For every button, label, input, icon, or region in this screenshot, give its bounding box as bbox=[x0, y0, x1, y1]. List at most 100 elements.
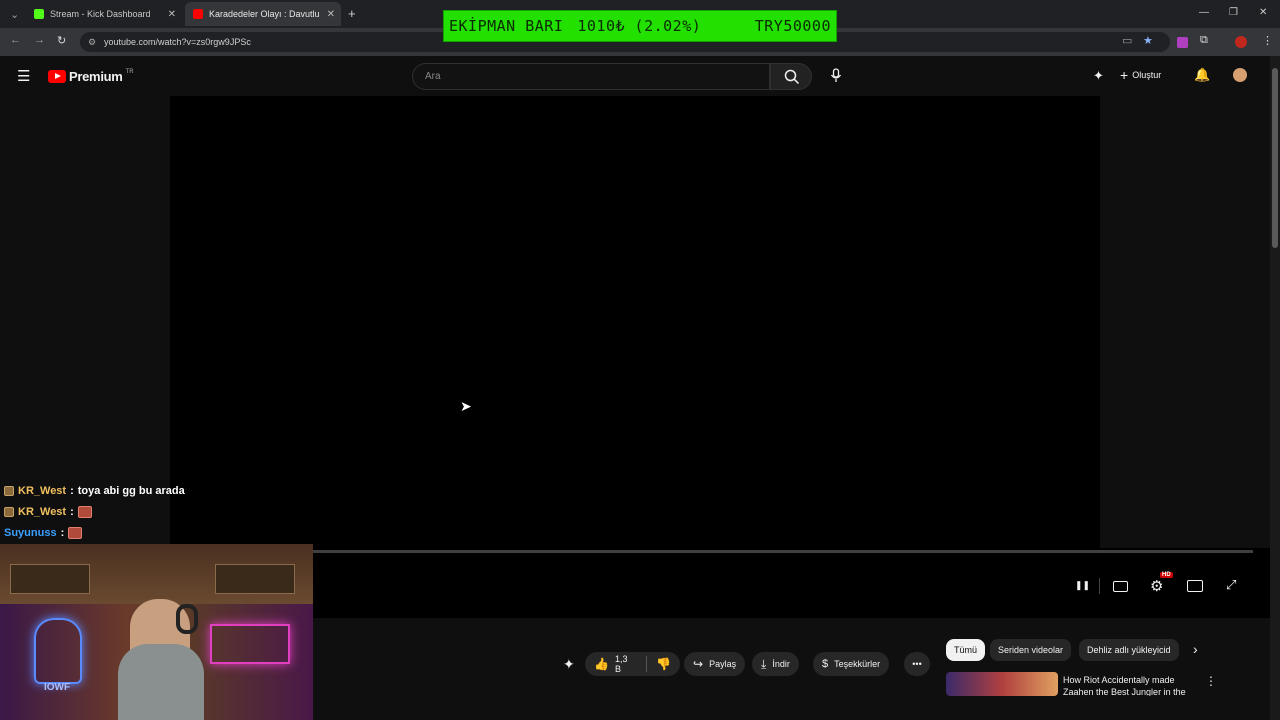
chip-series-videos[interactable]: Seriden videolar bbox=[990, 639, 1072, 661]
progress-bar[interactable] bbox=[313, 550, 1253, 553]
like-icon[interactable]: 👍 bbox=[594, 657, 609, 671]
search-icon bbox=[784, 69, 800, 85]
close-icon[interactable]: ✕ bbox=[327, 9, 335, 20]
divider bbox=[1099, 578, 1100, 594]
thanks-icon: $ bbox=[822, 658, 829, 670]
neon-frame bbox=[210, 624, 290, 664]
webcam-feed: IOWF bbox=[0, 544, 313, 720]
like-count[interactable]: 1,3 B bbox=[615, 654, 634, 674]
kick-icon bbox=[34, 9, 44, 19]
goal-target: TRY50000 bbox=[754, 17, 831, 35]
window-close-icon[interactable]: ✕ bbox=[1259, 7, 1267, 18]
menu-icon[interactable]: ☰ bbox=[17, 67, 30, 85]
chevron-right-icon[interactable]: › bbox=[1193, 641, 1198, 657]
scrollbar[interactable] bbox=[1270, 56, 1280, 720]
emote-icon bbox=[68, 527, 83, 539]
chat-username: KR_West bbox=[18, 506, 67, 518]
mouse-cursor-icon: ➤ bbox=[460, 398, 472, 414]
hd-badge: HD bbox=[1160, 572, 1173, 578]
settings-gear-icon[interactable]: ⚙ bbox=[1150, 577, 1163, 595]
youtube-icon bbox=[193, 9, 203, 19]
video-player[interactable] bbox=[170, 96, 1100, 618]
youtube-play-logo-icon bbox=[48, 70, 66, 83]
plus-icon: + bbox=[1120, 67, 1129, 83]
sparkle-ai-icon[interactable]: ✦ bbox=[1093, 68, 1104, 84]
new-tab-icon[interactable]: + bbox=[348, 6, 356, 21]
browser-menu-icon[interactable]: ⋮ bbox=[1262, 34, 1273, 47]
site-info-icon[interactable]: ⚙ bbox=[88, 32, 96, 52]
extension-icon[interactable] bbox=[1177, 37, 1188, 48]
chat-text: toya abi gg bu arada bbox=[77, 485, 185, 497]
emote-icon bbox=[77, 506, 92, 518]
region-code: TR bbox=[125, 68, 134, 75]
theater-mode-icon[interactable] bbox=[1187, 580, 1203, 592]
chat-message: Suyunuss : bbox=[4, 527, 83, 539]
ask-ai-sparkle-icon[interactable]: ✦ bbox=[563, 656, 575, 673]
microphone-icon[interactable] bbox=[830, 68, 842, 84]
thanks-button[interactable]: $ Teşekkürler bbox=[813, 652, 890, 676]
account-avatar[interactable] bbox=[1233, 68, 1247, 82]
pause-icon[interactable]: ❚❚ bbox=[1075, 580, 1090, 591]
more-horizontal-icon: ••• bbox=[912, 659, 922, 669]
url-text: youtube.com/watch?v=zs0rgw9JPSc bbox=[104, 37, 251, 47]
share-button[interactable]: ↪ Paylaş bbox=[684, 652, 746, 676]
download-button[interactable]: ⤓ İndir bbox=[752, 652, 799, 676]
profile-avatar-icon[interactable] bbox=[1235, 36, 1247, 48]
like-dislike-group: 👍 1,3 B 👎 bbox=[585, 652, 680, 676]
divider bbox=[646, 656, 648, 672]
cast-icon[interactable]: ▭ bbox=[1122, 34, 1132, 47]
equipment-goal-banner: EKİPMAN BARI 1010₺ (2.02%) TRY50000 bbox=[443, 10, 837, 42]
shelf-right bbox=[215, 564, 295, 594]
more-actions-button[interactable]: ••• bbox=[904, 652, 930, 676]
chat-message: KR_West : toya abi gg bu arada bbox=[4, 485, 185, 497]
fullscreen-icon[interactable]: ⤢ bbox=[1226, 577, 1236, 593]
share-icon: ↪ bbox=[693, 657, 704, 671]
minimize-icon[interactable]: — bbox=[1199, 7, 1209, 18]
notifications-bell-icon[interactable]: 🔔 bbox=[1194, 67, 1210, 83]
dislike-icon[interactable]: 👎 bbox=[656, 657, 671, 671]
recommended-thumbnail[interactable] bbox=[946, 672, 1058, 696]
youtube-header: ☰ Premium TR Ara ✦ + Oluştur 🔔 bbox=[0, 56, 1270, 96]
tab-search-chevron-icon[interactable]: ⌄ bbox=[10, 8, 19, 21]
bookmark-star-icon[interactable]: ★ bbox=[1143, 34, 1153, 47]
subtitles-icon[interactable] bbox=[1113, 581, 1128, 592]
subscriber-badge-icon bbox=[4, 507, 14, 517]
tab-title: Karadedeler Olayı : Davutlu Köy bbox=[209, 9, 321, 19]
chat-username: KR_West bbox=[18, 485, 67, 497]
neon-sign-text: IOWF bbox=[44, 682, 71, 693]
scrollbar-thumb[interactable] bbox=[1272, 68, 1278, 248]
tab-title: Stream - Kick Dashboard bbox=[50, 9, 151, 19]
chip-uploader[interactable]: Dehliz adlı yükleyicid bbox=[1079, 639, 1179, 661]
chat-username: Suyunuss bbox=[4, 527, 57, 539]
goal-amount: 1010₺ (2.02%) bbox=[577, 17, 702, 35]
search-placeholder: Ara bbox=[425, 71, 441, 82]
restore-icon[interactable]: ❐ bbox=[1229, 7, 1238, 18]
more-vertical-icon[interactable]: ⋮ bbox=[1205, 674, 1217, 688]
neon-sign-icon bbox=[34, 618, 82, 684]
search-input[interactable]: Ara bbox=[412, 63, 770, 90]
logo-text: Premium bbox=[69, 69, 123, 84]
forward-icon[interactable]: → bbox=[34, 34, 45, 46]
youtube-logo[interactable]: Premium TR bbox=[48, 69, 134, 84]
share-label: Paylaş bbox=[709, 659, 737, 669]
recommended-title[interactable]: How Riot Accidentally made Zaahen the Be… bbox=[1063, 674, 1198, 696]
browser-tab-kick[interactable]: Stream - Kick Dashboard ✕ bbox=[26, 2, 182, 26]
streamer-sweater bbox=[118, 644, 204, 720]
close-icon[interactable]: ✕ bbox=[168, 9, 176, 20]
download-label: İndir bbox=[772, 659, 790, 669]
subscriber-badge-icon bbox=[4, 486, 14, 496]
create-label: Oluştur bbox=[1132, 70, 1162, 80]
search-button[interactable] bbox=[770, 63, 812, 90]
create-button[interactable]: + Oluştur bbox=[1120, 67, 1161, 83]
chat-message: KR_West : bbox=[4, 506, 92, 518]
extensions-puzzle-icon[interactable]: ⧉ bbox=[1200, 34, 1208, 47]
goal-label: EKİPMAN BARI bbox=[449, 17, 564, 35]
headphones-icon bbox=[176, 604, 198, 634]
download-icon: ⤓ bbox=[761, 656, 767, 671]
shelf-left bbox=[10, 564, 90, 594]
chip-all[interactable]: Tümü bbox=[946, 639, 986, 661]
browser-tab-youtube[interactable]: Karadedeler Olayı : Davutlu Köy ✕ bbox=[185, 2, 341, 26]
thanks-label: Teşekkürler bbox=[834, 659, 881, 669]
back-icon[interactable]: ← bbox=[10, 34, 21, 46]
reload-icon[interactable]: ↻ bbox=[57, 34, 66, 47]
